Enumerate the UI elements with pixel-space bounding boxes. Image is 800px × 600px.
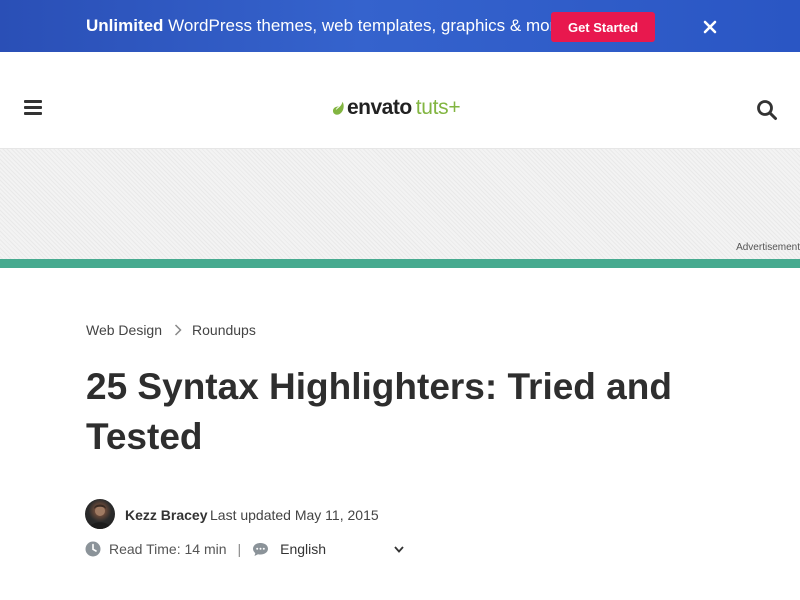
menu-icon[interactable] xyxy=(24,100,44,116)
clock-icon xyxy=(85,541,101,557)
language-value: English xyxy=(280,541,327,557)
article-title: 25 Syntax Highlighters: Tried and Tested xyxy=(86,366,672,457)
ad-slot: Advertisement xyxy=(0,148,800,260)
ad-label: Advertisement xyxy=(736,242,800,253)
promo-highlight: Unlimited xyxy=(86,16,164,35)
chat-bubble-icon xyxy=(253,542,269,556)
site-logo[interactable]: envato tuts+ xyxy=(332,96,461,120)
breadcrumb: Web Design Roundups xyxy=(86,322,256,338)
read-time: Read Time: 14 min xyxy=(109,541,227,557)
accent-bar xyxy=(0,259,800,268)
logo-envato: envato xyxy=(347,96,412,119)
search-icon[interactable] xyxy=(756,99,778,121)
last-updated: Last updated May 11, 2015 xyxy=(210,507,379,523)
promo-banner: Unlimited WordPress themes, web template… xyxy=(0,0,800,52)
meta-divider: | xyxy=(237,541,242,557)
chevron-right-icon xyxy=(174,324,182,336)
breadcrumb-roundups[interactable]: Roundups xyxy=(192,322,256,338)
language-select[interactable]: English xyxy=(280,541,404,557)
author-name[interactable]: Kezz Bracey xyxy=(125,507,208,523)
chevron-down-icon xyxy=(394,545,404,553)
promo-text: Unlimited WordPress themes, web template… xyxy=(86,16,569,36)
promo-message: WordPress themes, web templates, graphic… xyxy=(163,16,570,35)
article-meta: Read Time: 14 min | English xyxy=(85,541,404,557)
article-header: Web Design Roundups 25 Syntax Highlighte… xyxy=(0,268,800,600)
close-icon[interactable] xyxy=(701,18,719,36)
logo-tuts: tuts+ xyxy=(415,96,461,119)
breadcrumb-web-design[interactable]: Web Design xyxy=(86,322,162,338)
author-avatar[interactable] xyxy=(85,499,115,529)
site-header: envato tuts+ xyxy=(0,52,800,147)
get-started-button[interactable]: Get Started xyxy=(551,12,655,42)
envato-leaf-icon xyxy=(332,101,344,115)
